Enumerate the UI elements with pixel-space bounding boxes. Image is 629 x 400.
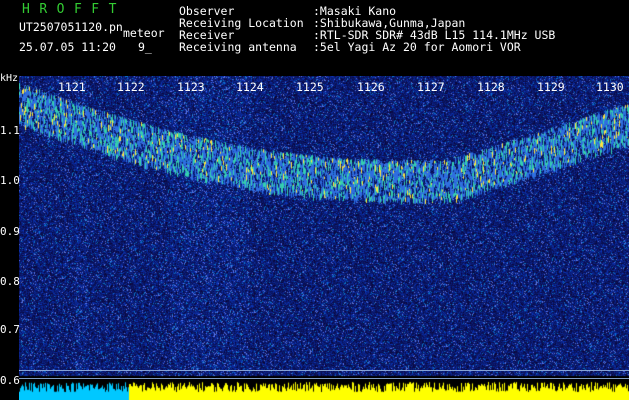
hrofft-logo: HROFFT bbox=[22, 2, 126, 17]
detection-count: 9_ bbox=[138, 40, 152, 54]
x-tick-label: 1130 bbox=[596, 80, 624, 94]
y-tick-label: 0.7 bbox=[0, 323, 20, 336]
x-tick-label: 1125 bbox=[296, 80, 324, 94]
antenna-value: :5el Yagi Az 20 for Aomori VOR bbox=[313, 40, 521, 54]
x-tick-label: 1121 bbox=[58, 80, 86, 94]
reference-line-lower bbox=[19, 378, 629, 379]
x-tick-label: 1129 bbox=[537, 80, 565, 94]
x-tick-label: 1127 bbox=[417, 80, 445, 94]
spectrogram-plot bbox=[19, 76, 629, 400]
y-tick-label: 0.8 bbox=[0, 275, 20, 288]
x-tick-label: 1126 bbox=[357, 80, 385, 94]
y-tick-label: 0.6 bbox=[0, 374, 20, 387]
hrofft-screen: HROFFT UT2507051120.pn meteor 25.07.05 1… bbox=[0, 0, 629, 400]
x-tick-label: 1128 bbox=[477, 80, 505, 94]
file-name: UT2507051120.pn bbox=[19, 20, 123, 34]
x-tick-label: 1123 bbox=[177, 80, 205, 94]
timestamp: 25.07.05 11:20 bbox=[19, 40, 116, 54]
y-tick-label: 1.0 bbox=[0, 174, 20, 187]
y-tick-label: 1.1 bbox=[0, 124, 20, 137]
event-type: meteor bbox=[123, 26, 165, 40]
x-tick-label: 1124 bbox=[236, 80, 264, 94]
y-axis-unit: kHz bbox=[0, 73, 19, 84]
antenna-label: Receiving antenna bbox=[179, 40, 297, 54]
reference-line-upper bbox=[19, 370, 629, 371]
x-tick-label: 1122 bbox=[117, 80, 145, 94]
y-tick-label: 0.9 bbox=[0, 225, 20, 238]
